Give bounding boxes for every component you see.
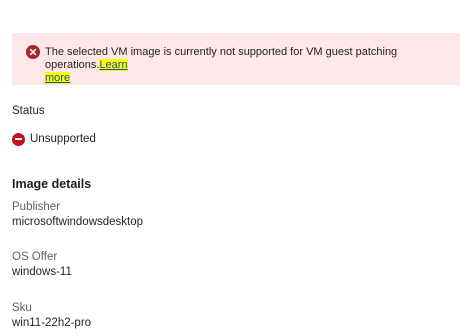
publisher-value: microsoftwindowsdesktop	[12, 216, 144, 228]
learn-more-link-part1[interactable]: Learn	[99, 59, 127, 71]
sku-label: Sku	[12, 302, 32, 314]
learn-more-link-part2[interactable]: more	[45, 72, 70, 84]
error-banner: The selected VM image is currently not s…	[12, 33, 460, 85]
os-offer-value: windows-11	[12, 266, 72, 278]
os-offer-label: OS Offer	[12, 251, 58, 263]
banner-message: The selected VM image is currently not s…	[45, 46, 398, 71]
blocked-icon	[12, 132, 25, 146]
banner-message-block: The selected VM image is currently not s…	[45, 46, 455, 85]
status-value: Unsupported	[30, 133, 96, 145]
sku-value: win11-22h2-pro	[12, 317, 92, 329]
image-details-heading: Image details	[12, 177, 92, 191]
status-label: Status	[12, 105, 45, 117]
error-circle-icon	[26, 45, 40, 59]
publisher-label: Publisher	[12, 201, 60, 213]
status-row: Unsupported	[12, 132, 96, 146]
